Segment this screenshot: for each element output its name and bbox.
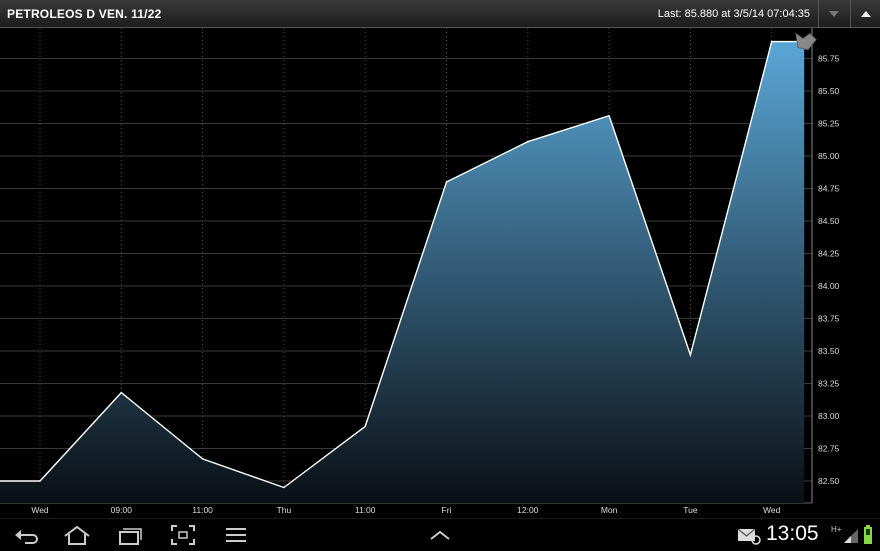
y-tick-label: 83.75 [818, 314, 840, 324]
data-point [283, 486, 285, 489]
y-tick-label: 85.25 [818, 119, 840, 129]
chevron-down-icon [829, 11, 839, 17]
battery-icon [864, 525, 872, 544]
chart-title: PETROLEOS D VEN. 11/22 [7, 7, 162, 21]
data-point [364, 425, 366, 427]
last-quote-label: Last: 85.880 at 3/5/14 07:04:35 [657, 8, 810, 20]
y-tick-label: 83.50 [818, 346, 840, 356]
email-notification-icon[interactable] [736, 523, 762, 545]
x-tick-label: Wed [763, 505, 781, 515]
x-tick-label: 11:00 [192, 505, 213, 515]
screenshot-icon[interactable] [170, 523, 196, 547]
x-tick-label: Fri [442, 505, 452, 515]
last-marker [795, 32, 817, 51]
menu-icon[interactable] [224, 523, 248, 547]
network-type: H+ [831, 525, 842, 534]
price-chart[interactable]: 82.50 82.75 83.00 83.25 83.50 83.75 84.00 84.25… [0, 28, 880, 518]
y-tick-label: 85.50 [818, 86, 840, 96]
x-tick-label: Mon [601, 505, 618, 515]
data-point [689, 354, 692, 356]
title-bar: PETROLEOS D VEN. 11/22 Last: 85.880 at 3… [0, 0, 880, 28]
data-point [771, 41, 773, 43]
y-tick-label: 84.25 [818, 249, 840, 259]
y-tick-label: 82.50 [818, 476, 840, 486]
back-icon[interactable] [13, 523, 39, 547]
x-tick-label: 09:00 [111, 505, 133, 515]
system-nav-bar: 13:05 H+ [0, 518, 880, 551]
x-tick-label: Tue [683, 505, 698, 515]
x-tick-label: Wed [31, 505, 49, 515]
data-point [202, 458, 204, 460]
data-point [527, 141, 529, 143]
y-tick-label: 83.25 [818, 379, 840, 389]
data-point [608, 115, 610, 117]
y-tick-label: 82.75 [818, 444, 840, 454]
expand-button[interactable] [850, 0, 880, 27]
chevron-up-icon[interactable] [428, 523, 452, 547]
y-tick-label: 83.00 [818, 411, 840, 421]
signal-icon [844, 529, 858, 543]
x-tick-label: 11:00 [355, 505, 376, 515]
recent-apps-icon[interactable] [115, 523, 143, 547]
y-tick-label: 85.00 [818, 151, 840, 161]
y-tick-label: 84.75 [818, 184, 840, 194]
area-series [0, 40, 805, 503]
area-fill [0, 41, 805, 503]
y-tick-label: 85.75 [818, 54, 840, 64]
data-point [39, 480, 41, 482]
x-axis: Wed 09:00 11:00 Thu 11:00 Fri 12:00 Mon Tue Wed [31, 505, 780, 515]
y-axis: 82.50 82.75 83.00 83.25 83.50 83.75 84.00 84.25… [818, 54, 840, 487]
chevron-up-icon [861, 11, 871, 17]
x-tick-label: 12:00 [517, 505, 539, 515]
clock: 13:05 [766, 522, 819, 545]
home-icon[interactable] [62, 523, 92, 547]
x-tick-label: Thu [277, 505, 292, 515]
last-value-marker [795, 32, 817, 51]
data-point [445, 181, 448, 183]
y-tick-label: 84.00 [818, 281, 840, 291]
collapse-button[interactable] [818, 0, 848, 27]
y-tick-label: 84.50 [818, 216, 840, 226]
data-point [120, 392, 122, 394]
